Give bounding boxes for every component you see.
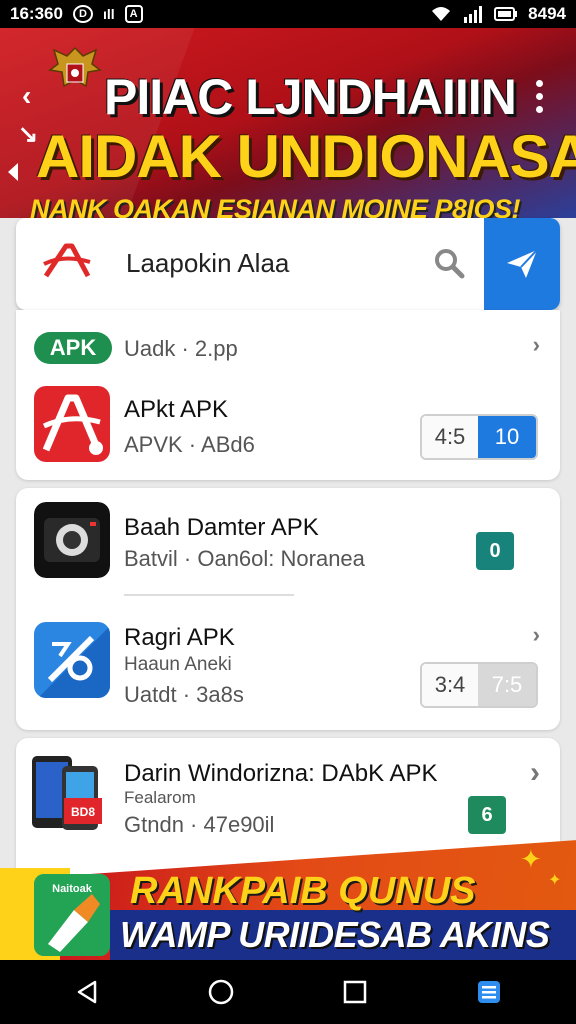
promo-app-icon[interactable]: Naitoak [34,874,110,956]
notification-a-icon: A [124,5,143,23]
app-drawer-button[interactable] [459,967,519,1017]
app-meta: Batvil · Oan6ol: Noranea [124,546,365,571]
pill-left-value: 4:5 [422,416,478,458]
home-button[interactable] [191,967,251,1017]
battery-text: 8494 [528,4,566,23]
status-time: 16:360 [10,4,63,23]
phones-app-icon[interactable]: BD8 [26,752,110,836]
status-bar: 16:360 D ıll A 8494 [0,0,576,28]
signal-bars-icon: ıll [102,6,115,22]
back-chevron-icon[interactable]: ‹ [22,80,31,112]
header-banner: ‹ ↘ PIIAC LJNDHAIIIN AIDAK UNDIONASA NAN… [0,28,576,218]
app-drawer-icon [478,981,500,1003]
more-options-icon[interactable] [536,80,546,113]
paper-plane-icon [507,249,538,278]
card1-meta: Uadk · 2.pp [124,336,238,361]
app-title[interactable]: Ragri APK [124,624,235,652]
navigation-bar [0,960,576,1024]
promo-title-line2: WAMP URIIDESAB AKINS [120,914,550,955]
app-title[interactable]: Baah Damter APK [124,514,319,542]
back-triangle-icon [77,980,97,1004]
recents-button[interactable] [325,967,385,1017]
app-card-1[interactable]: APK Uadk · 2.pp › APkt APK APVK · ABd6 4… [16,310,560,480]
sparkle-icon: ✦ [548,872,562,889]
count-badge[interactable]: 0 [476,532,514,570]
promo-banner[interactable]: Naitoak RANKPAIB QUNUS WAMP URIIDESAB AK… [0,840,576,960]
app-meta: APVK · ABd6 [124,432,255,457]
apk-app-icon[interactable] [34,386,110,462]
search-input[interactable]: Laapokin Alaa [126,248,289,279]
banner-title-line1: PIIAC LJNDHAIIIN [104,69,517,125]
apk-badge: APK [34,332,112,364]
search-bar[interactable]: Laapokin Alaa [16,218,560,310]
wifi-icon [432,7,451,21]
chevron-right-icon[interactable]: › [530,756,540,790]
circle-d-icon: D [72,5,93,23]
expand-icon[interactable]: › [533,622,540,648]
pill-right-value[interactable]: 10 [478,416,536,458]
version-pill[interactable]: 4:5 10 [420,414,538,460]
app-meta-line2: Gtndn · 47e90il [124,812,275,837]
app-meta-line2: Uatdt · 3a8s [124,682,244,707]
brush-icon: Naitoak [34,874,110,956]
sparkle-icon: ✦ [520,844,542,874]
garuda-emblem-icon [48,46,102,88]
app-title[interactable]: Darin Windorizna: DAbK APK [124,760,437,788]
pill-left-value: 3:4 [422,664,478,706]
app-card-2[interactable]: Baah Damter APK Batvil · Oan6ol: Noranea… [16,488,560,730]
recents-square-icon [343,980,367,1004]
scroll-left-icon[interactable] [8,163,18,181]
home-circle-icon [208,979,234,1005]
phone-badge-text: BD8 [71,805,95,819]
promo-icon-label: Naitoak [52,883,93,895]
version-pill[interactable]: 3:4 7:5 [420,662,538,708]
pill-right-value[interactable]: 7:5 [478,664,536,706]
apk-logo-icon [43,243,91,278]
camera-app-icon[interactable] [34,502,110,578]
battery-icon [494,7,518,21]
ragri-app-icon[interactable] [34,622,110,698]
divider [124,594,294,596]
banner-subtitle: NANK OAKAN ESIANAN MOINE P8IOS! [30,194,521,218]
banner-title-line2: AIDAK UNDIONASA [36,123,576,190]
app-meta-line1: Fealarom [124,788,196,807]
signal-icon [464,6,483,23]
app-meta-line1: Haaun Aneki [124,654,232,675]
status-right: 8494 [430,4,566,24]
app-title[interactable]: APkt APK [124,396,228,424]
count-badge[interactable]: 6 [468,796,506,834]
promo-title-line1: RANKPAIB QUNUS [130,870,476,912]
expand-icon[interactable]: › [533,332,540,358]
status-left: 16:360 D ıll A [10,4,143,24]
search-icon[interactable] [432,246,466,280]
send-button[interactable] [484,218,560,310]
back-button[interactable] [57,967,117,1017]
